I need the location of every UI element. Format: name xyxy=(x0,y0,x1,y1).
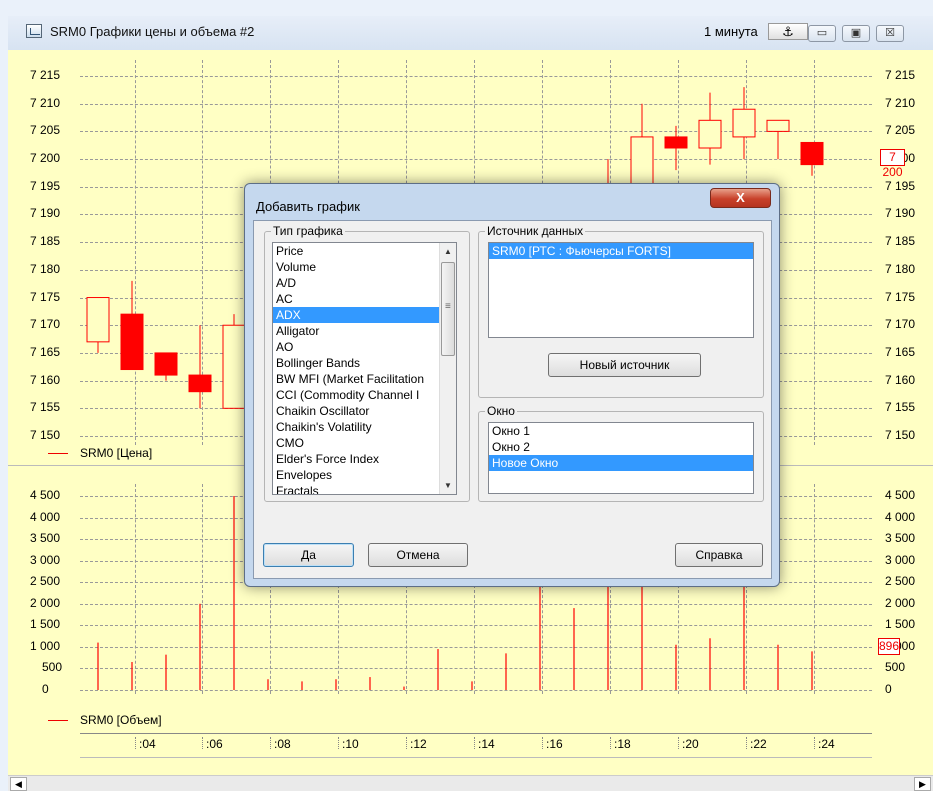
chart-type-item[interactable]: BW MFI (Market Facilitation xyxy=(273,371,456,387)
time-tick-label: :06 xyxy=(202,737,223,751)
price-legend: SRM0 [Цена] xyxy=(48,446,152,460)
scroll-thumb[interactable] xyxy=(441,262,455,356)
candle-body xyxy=(664,136,688,149)
time-tick-label: :08 xyxy=(270,737,291,751)
chart-type-item[interactable]: Bollinger Bands xyxy=(273,355,456,371)
ok-button[interactable]: Да xyxy=(263,543,354,567)
chart-type-group: Тип графика Price Volume A/D AC ADX Alligator… xyxy=(264,224,470,502)
time-tick-label: :24 xyxy=(814,737,835,751)
time-tick-label: :18 xyxy=(610,737,631,751)
help-button[interactable]: Справка xyxy=(675,543,763,567)
time-tick-label: :10 xyxy=(338,737,359,751)
data-source-list[interactable]: SRM0 [РТС : Фьючерсы FORTS] xyxy=(488,242,754,338)
chart-type-item[interactable]: AC xyxy=(273,291,456,307)
time-tick-label: :16 xyxy=(542,737,563,751)
chart-type-item[interactable]: Price xyxy=(273,243,456,259)
data-source-group-label: Источник данных xyxy=(485,224,586,238)
chart-type-items: Price Volume A/D AC ADX Alligator AO Bollinger … xyxy=(273,243,456,494)
window-item[interactable]: Новое Окно xyxy=(489,455,753,471)
chart-type-list[interactable]: Price Volume A/D AC ADX Alligator AO Bollinger … xyxy=(272,242,457,495)
add-chart-dialog: Добавить график X Тип графика Price Volum… xyxy=(244,183,780,587)
scroll-up-icon[interactable]: ▲ xyxy=(440,243,456,260)
price-legend-label: SRM0 [Цена] xyxy=(80,446,153,460)
candle-body xyxy=(766,119,790,132)
data-source-item[interactable]: SRM0 [РТС : Фьючерсы FORTS] xyxy=(489,243,753,259)
time-tick-label: :04 xyxy=(135,737,156,751)
candle-body xyxy=(630,136,654,188)
time-tick-label: :12 xyxy=(406,737,427,751)
chart-type-scrollbar[interactable]: ▲ ▼ xyxy=(439,243,456,494)
window-list[interactable]: Окно 1 Окно 2 Новое Окно xyxy=(488,422,754,494)
chart-type-item[interactable]: Volume xyxy=(273,259,456,275)
chart-type-item[interactable]: ADX xyxy=(273,307,456,323)
chart-type-item[interactable]: A/D xyxy=(273,275,456,291)
volume-legend-swatch xyxy=(48,720,68,722)
cancel-button[interactable]: Отмена xyxy=(368,543,468,567)
current-price-label: 7 200 xyxy=(880,149,905,179)
current-volume-label: 896 xyxy=(878,638,900,655)
candle-body xyxy=(222,324,246,409)
price-legend-swatch xyxy=(48,453,68,455)
chart-type-item[interactable]: AO xyxy=(273,339,456,355)
window-group: Окно Окно 1 Окно 2 Новое Окно xyxy=(478,404,764,502)
chart-type-item[interactable]: Chaikin's Volatility xyxy=(273,419,456,435)
candle-body xyxy=(732,108,756,138)
horizontal-scrollbar[interactable]: ◀ ▶ xyxy=(8,775,933,791)
chart-type-item[interactable]: Elder's Force Index xyxy=(273,451,456,467)
candle-body xyxy=(154,352,178,376)
time-axis: :04 :06 :08 :10 :12 :14 :16 :18 :20 :22 :24 xyxy=(80,733,872,757)
candle-body xyxy=(698,119,722,149)
data-source-group: Источник данных SRM0 [РТС : Фьючерсы FOR… xyxy=(478,224,764,398)
volume-legend-label: SRM0 [Объем] xyxy=(80,713,162,727)
dialog-title: Добавить график xyxy=(256,199,360,214)
time-axis-secondary xyxy=(80,757,872,772)
window-item[interactable]: Окно 1 xyxy=(489,423,753,439)
time-tick-label: :20 xyxy=(678,737,699,751)
candle-body xyxy=(120,313,144,371)
chart-type-item[interactable]: Envelopes xyxy=(273,467,456,483)
new-source-button[interactable]: Новый источник xyxy=(548,353,701,377)
chart-type-item[interactable]: CCI (Commodity Channel I xyxy=(273,387,456,403)
time-tick-label: :22 xyxy=(746,737,767,751)
chart-type-item[interactable]: Fractals xyxy=(273,483,456,494)
chart-type-group-label: Тип графика xyxy=(271,224,345,238)
dialog-body: Тип графика Price Volume A/D AC ADX Alligator… xyxy=(253,220,772,579)
window-items: Окно 1 Окно 2 Новое Окно xyxy=(489,423,753,471)
candle-body xyxy=(188,374,212,393)
candle-body xyxy=(86,297,110,343)
chart-type-item[interactable]: CMO xyxy=(273,435,456,451)
volume-legend: SRM0 [Объем] xyxy=(48,713,162,727)
scroll-right-icon[interactable]: ▶ xyxy=(914,777,931,791)
window-group-label: Окно xyxy=(485,404,517,418)
chart-type-item[interactable]: Alligator xyxy=(273,323,456,339)
dialog-close-button[interactable]: X xyxy=(710,188,771,208)
window-item[interactable]: Окно 2 xyxy=(489,439,753,455)
chart-type-item[interactable]: Chaikin Oscillator xyxy=(273,403,456,419)
scroll-left-icon[interactable]: ◀ xyxy=(10,777,27,791)
candle-body xyxy=(800,141,824,166)
scroll-down-icon[interactable]: ▼ xyxy=(440,477,456,494)
time-tick-label: :14 xyxy=(474,737,495,751)
data-source-items: SRM0 [РТС : Фьючерсы FORTS] xyxy=(489,243,753,259)
